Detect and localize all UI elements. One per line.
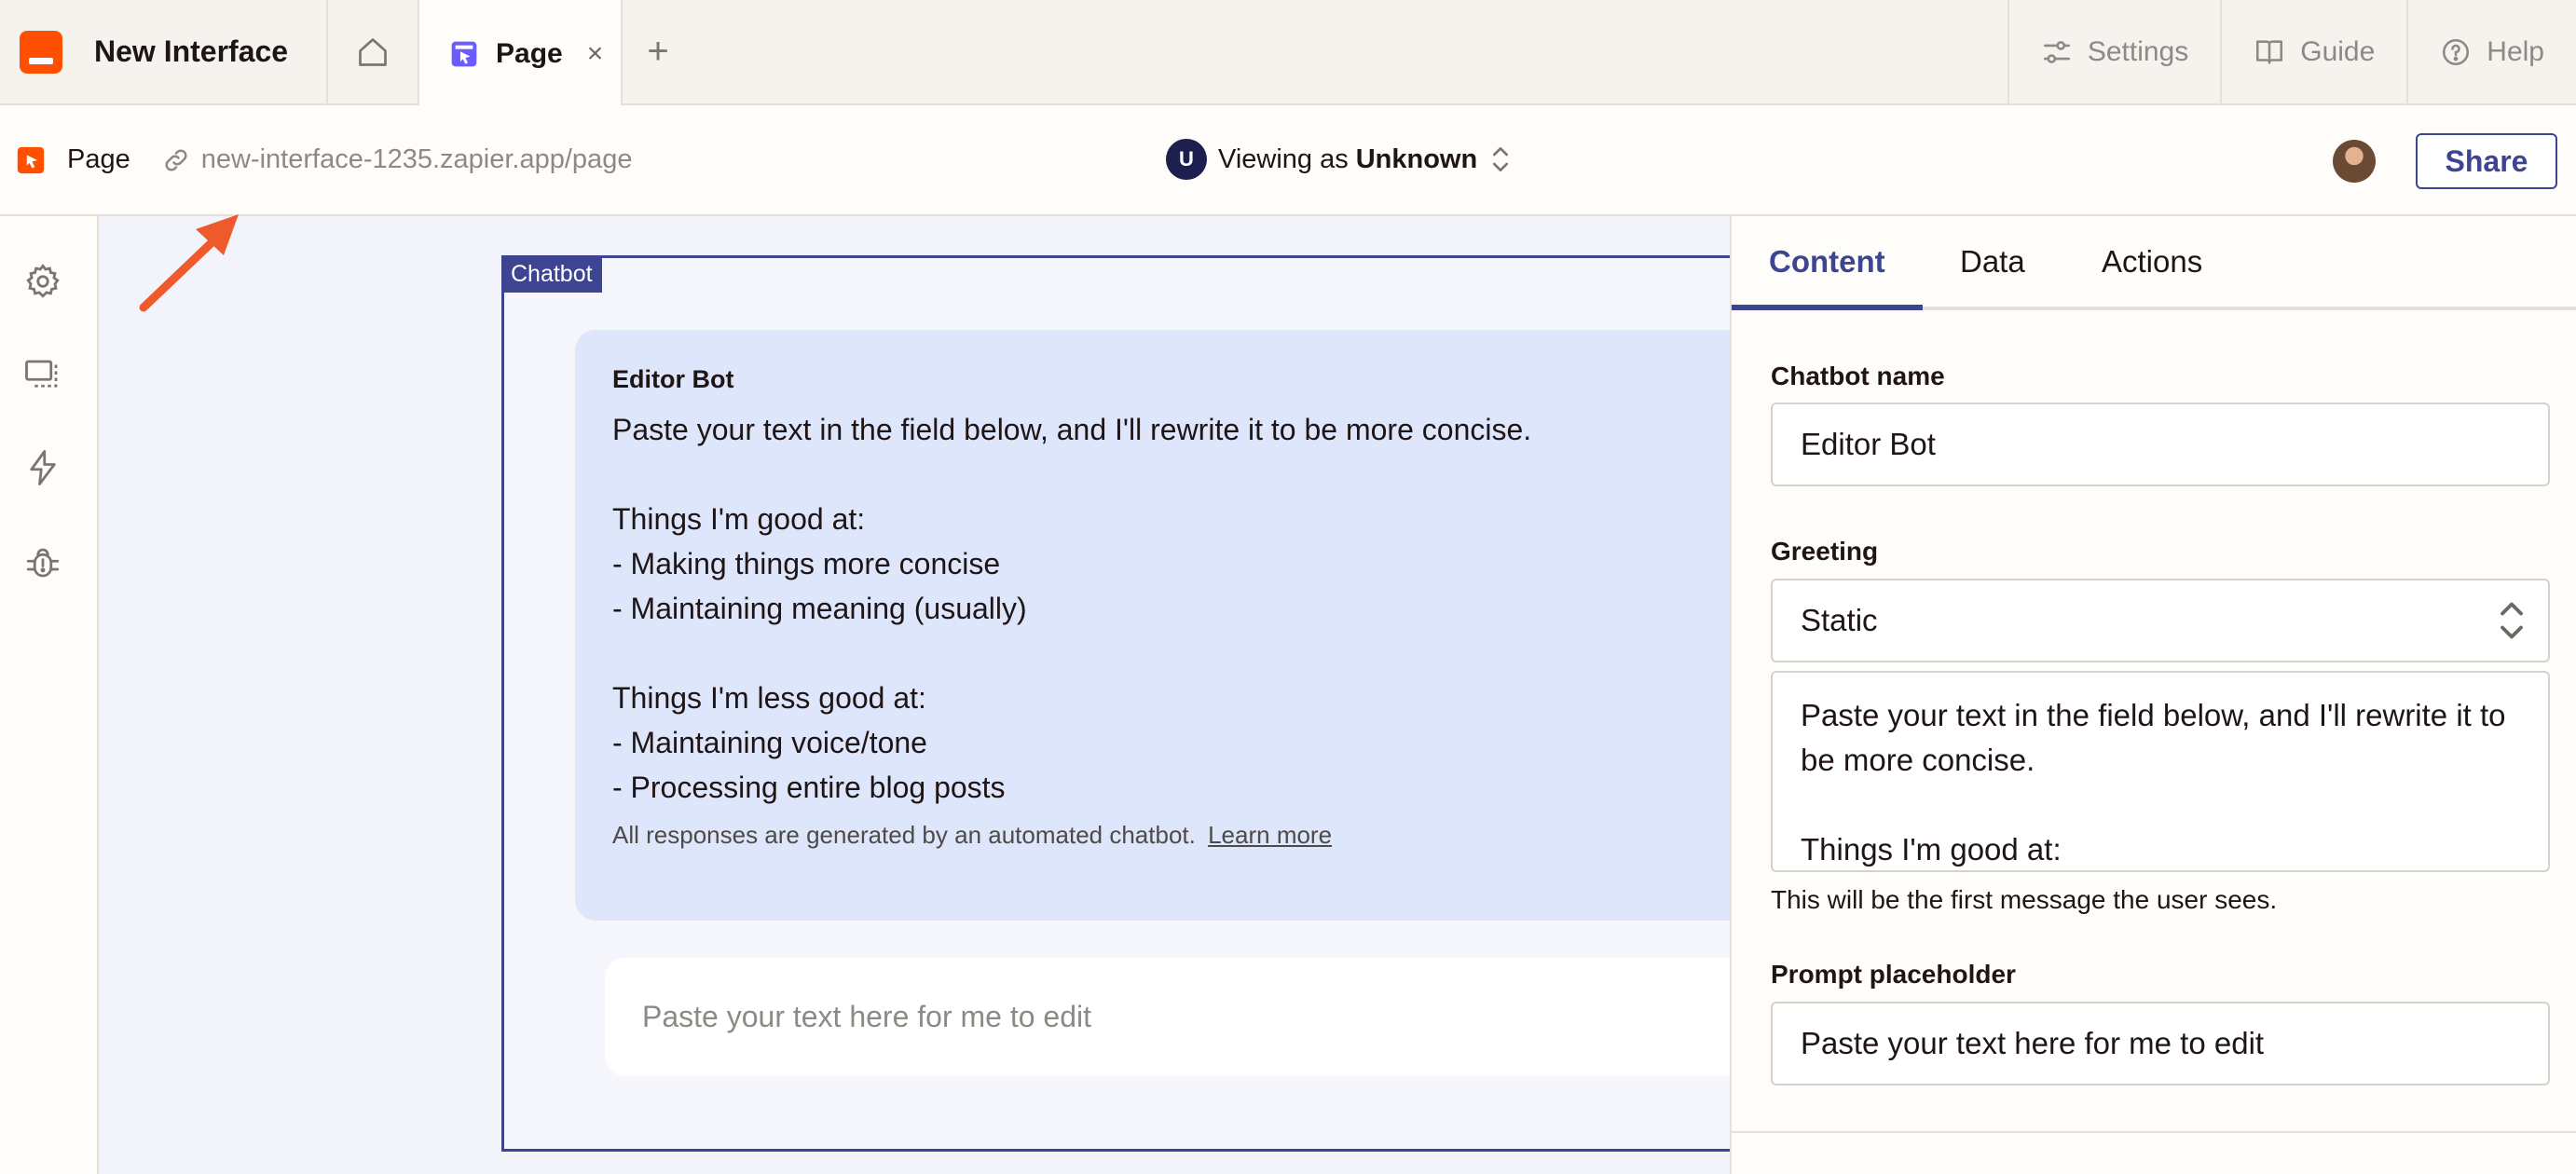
lightning-icon xyxy=(30,450,56,485)
app-brand: New Interface xyxy=(0,0,328,103)
tab-content[interactable]: Content xyxy=(1769,244,1885,280)
arrow-annotation-icon xyxy=(139,214,239,312)
tab-bar: New Interface Page × + Settings Guide He… xyxy=(0,0,2576,107)
greeting-text: Paste your text in the field below, and … xyxy=(612,413,1532,804)
home-icon xyxy=(359,37,387,66)
left-rail xyxy=(0,216,99,1174)
page-icon xyxy=(451,41,477,66)
bot-name: Editor Bot xyxy=(612,365,734,393)
bug-icon xyxy=(26,548,60,578)
chatbot-name-label: Chatbot name xyxy=(1771,362,1945,390)
disclaimer: All responses are generated by an automa… xyxy=(612,821,1787,850)
chevron-up-down-icon xyxy=(2501,602,2523,639)
tab-home[interactable] xyxy=(328,0,419,103)
prompt-placeholder-input[interactable]: Paste your text here for me to edit xyxy=(1771,1002,2550,1085)
chatbot-name-value: Editor Bot xyxy=(1801,427,1936,461)
zapier-logo-icon xyxy=(20,30,62,74)
chatbot-name-input[interactable]: Editor Bot xyxy=(1771,403,2550,486)
page-toolbar: Page new-interface-1235.zapier.app/page … xyxy=(0,105,2576,216)
rail-actions[interactable] xyxy=(22,447,63,488)
chatbot-component-tag: Chatbot xyxy=(501,255,602,293)
page-name: Page xyxy=(67,144,130,174)
book-icon xyxy=(2256,39,2283,64)
page-icon xyxy=(17,146,45,173)
tab-data[interactable]: Data xyxy=(1960,244,2025,280)
panel-tabs: Content Data Actions xyxy=(1732,216,2576,310)
gear-icon xyxy=(26,264,60,298)
prompt-placeholder-value: Paste your text here for me to edit xyxy=(1801,1026,2265,1060)
disclaimer-text: All responses are generated by an automa… xyxy=(612,821,1196,849)
page-canvas: Chatbot Editor Bot Paste your text in th… xyxy=(99,214,1816,1174)
app-window: New Interface Page × + Settings Guide He… xyxy=(0,0,2576,1174)
viewing-as-selector[interactable]: U Viewing as Unknown xyxy=(1166,139,1511,180)
viewing-prefix: Viewing as xyxy=(1218,143,1349,174)
guide-button[interactable]: Guide xyxy=(2220,0,2406,103)
page-url: new-interface-1235.zapier.app/page xyxy=(200,144,633,174)
rail-debug[interactable] xyxy=(22,542,63,583)
help-button[interactable]: Help xyxy=(2406,0,2576,103)
greeting-mode-select[interactable]: Static xyxy=(1771,579,2550,662)
tab-page-label: Page xyxy=(496,37,563,69)
guide-label: Guide xyxy=(2300,35,2376,67)
sliders-icon xyxy=(2043,40,2070,63)
active-tab-indicator xyxy=(1732,305,1923,310)
viewing-name: Unknown xyxy=(1355,143,1478,174)
properties-panel: Content Data Actions Chatbot name Editor… xyxy=(1730,216,2576,1174)
greeting-textarea[interactable]: Paste your text in the field below, and … xyxy=(1771,671,2550,872)
tab-page[interactable]: Page × xyxy=(419,0,623,107)
viewer-avatar: U xyxy=(1166,139,1207,180)
settings-label: Settings xyxy=(2087,35,2189,67)
help-icon xyxy=(2443,38,2470,65)
add-tab-button[interactable]: + xyxy=(623,0,693,103)
chevron-up-down-icon xyxy=(1493,147,1509,171)
panel-divider xyxy=(1732,1131,2576,1133)
greeting-message: Editor Bot Paste your text in the field … xyxy=(575,330,1787,921)
layout-icon xyxy=(25,360,58,388)
prompt-placeholder-label: Prompt placeholder xyxy=(1771,960,2016,989)
share-button[interactable]: Share xyxy=(2416,133,2557,189)
app-title: New Interface xyxy=(94,34,289,68)
page-url-link[interactable]: new-interface-1235.zapier.app/page xyxy=(162,144,633,175)
greeting-mode-value: Static xyxy=(1801,603,1878,637)
rail-settings[interactable] xyxy=(22,261,63,302)
learn-more-link[interactable]: Learn more xyxy=(1208,821,1332,849)
close-tab-icon[interactable]: × xyxy=(587,38,604,70)
chat-prompt-placeholder: Paste your text here for me to edit xyxy=(642,1000,1092,1033)
settings-button[interactable]: Settings xyxy=(2007,0,2220,103)
tab-actions[interactable]: Actions xyxy=(2102,244,2202,280)
greeting-help-text: This will be the first message the user … xyxy=(1771,885,2278,914)
chat-prompt-input[interactable]: Paste your text here for me to edit xyxy=(605,958,1816,1076)
link-icon xyxy=(165,148,187,171)
greeting-label: Greeting xyxy=(1771,537,1879,566)
user-avatar[interactable] xyxy=(2333,140,2376,183)
help-label: Help xyxy=(2487,35,2544,67)
rail-layout[interactable] xyxy=(22,354,63,395)
